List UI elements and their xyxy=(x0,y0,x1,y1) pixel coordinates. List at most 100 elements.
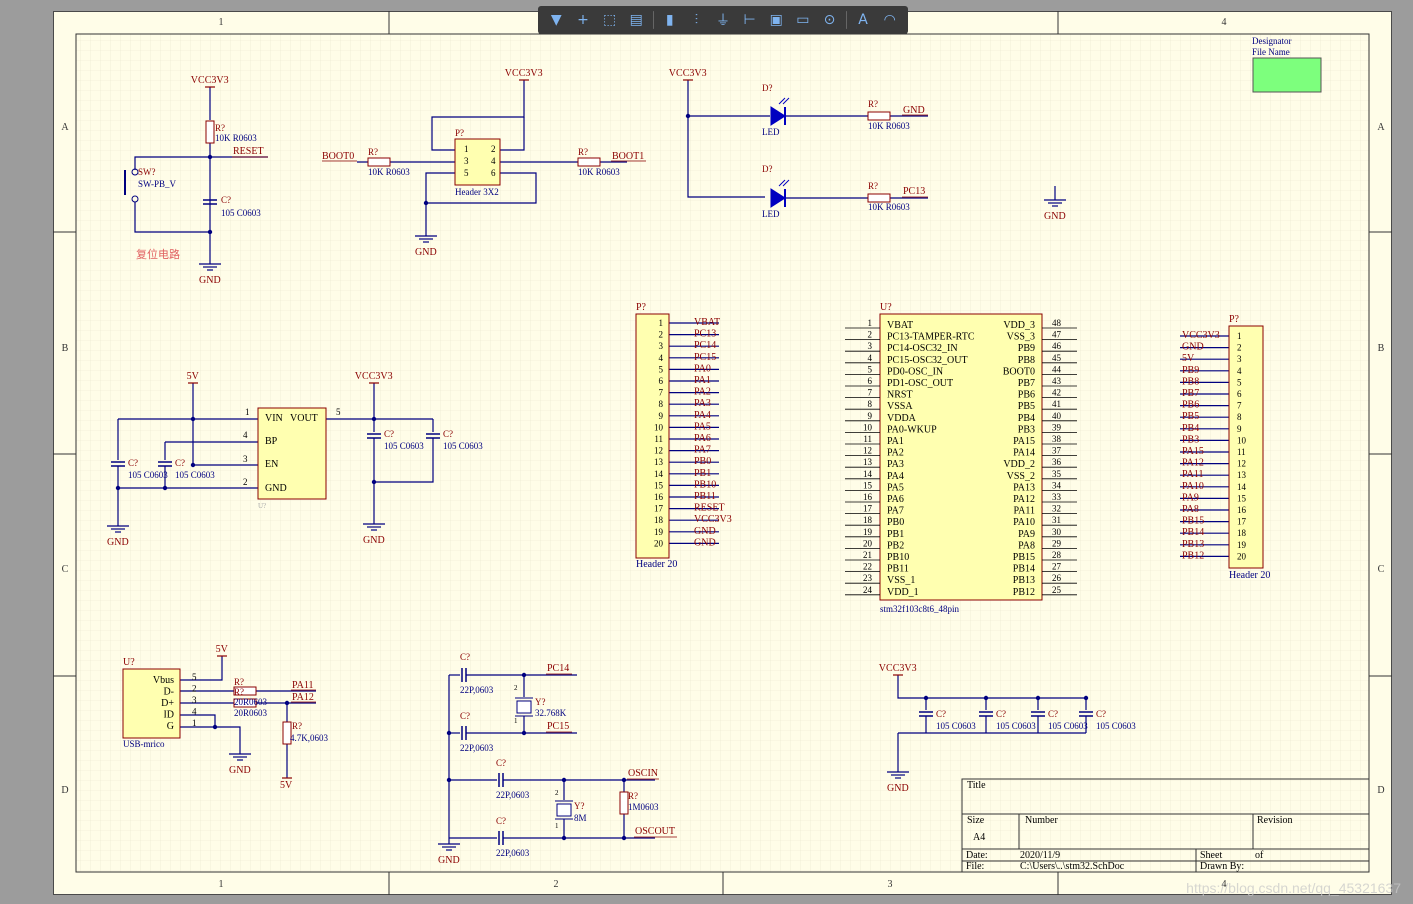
power-port-label: 5V xyxy=(187,371,200,382)
file-name-text: File Name xyxy=(1252,47,1290,57)
header-pin-number: 2 xyxy=(491,144,496,154)
crosshair-icon[interactable]: + xyxy=(571,9,596,31)
mcu-pin-number: 10 xyxy=(863,422,873,432)
mcu-pin-name: PA7 xyxy=(887,506,904,517)
gnd-label: GND xyxy=(363,535,385,546)
filter-icon[interactable]: ▼ xyxy=(544,9,569,31)
select-rect-icon[interactable]: ⬚ xyxy=(597,9,622,31)
mcu-pin-number: 46 xyxy=(1052,341,1062,351)
cap-value: 105 C0603 xyxy=(443,441,483,451)
cap-designator: C? xyxy=(384,429,394,439)
header-net-label: PC13 xyxy=(694,329,716,340)
mcu-pin-number: 22 xyxy=(863,562,872,572)
header-pin-number: 17 xyxy=(654,504,664,514)
led-designator: D? xyxy=(762,164,773,174)
mcu-pin-name: PB8 xyxy=(1018,355,1035,366)
bus-icon[interactable]: ⊢ xyxy=(737,9,762,31)
mcu-pin-name: PC14-OSC32_IN xyxy=(887,343,958,354)
mcu-pin-number: 2 xyxy=(868,330,873,340)
tb-date-value: 2020/11/9 xyxy=(1020,850,1060,861)
crystal-body xyxy=(516,700,532,714)
designator-box xyxy=(1252,57,1322,93)
header-net-label: PA12 xyxy=(1182,458,1204,469)
align-icon[interactable]: ▤ xyxy=(624,9,649,31)
header-pin-number: 1 xyxy=(659,318,664,328)
resistor-body xyxy=(619,791,629,815)
header-pin-number: 6 xyxy=(491,168,496,178)
mcu-pin-number: 45 xyxy=(1052,353,1062,363)
cap-value: 105 C0603 xyxy=(175,470,215,480)
crystal-value: 8M xyxy=(574,813,587,823)
net-label-icon[interactable]: ⫶ xyxy=(684,9,709,31)
tb-number-label: Number xyxy=(1025,815,1058,826)
mcu-pin-name: PA10 xyxy=(1013,517,1035,528)
header-designator: P? xyxy=(455,128,464,138)
header-pin-number: 5 xyxy=(659,364,664,374)
zone-row-label: B xyxy=(62,343,69,354)
mcu-pin-name: VSS_1 xyxy=(887,575,915,586)
mcu-pin-name: PB12 xyxy=(1013,587,1035,598)
power-port-label: VCC3V3 xyxy=(879,663,917,674)
header-value: Header 20 xyxy=(636,559,677,570)
zone-row-label: D xyxy=(61,785,68,796)
zone-row-label: C xyxy=(1378,564,1385,575)
mcu-pin-name: BOOT0 xyxy=(1003,366,1035,377)
cap-designator: C? xyxy=(1048,709,1058,719)
resistor-value: 10K R0603 xyxy=(868,121,910,131)
harness-icon[interactable]: ▣ xyxy=(764,9,789,31)
usb-pin-number: 3 xyxy=(192,695,197,705)
header-designator: P? xyxy=(1229,314,1240,325)
zone-row-label: A xyxy=(61,122,69,133)
header-pin-number: 9 xyxy=(1237,424,1242,434)
gnd-label: GND xyxy=(199,275,221,286)
header-net-label: GND xyxy=(694,526,716,537)
ldo-pin-number: 4 xyxy=(243,430,248,440)
header-pin-number: 3 xyxy=(464,156,469,166)
mcu-pin-name: PB3 xyxy=(1018,424,1035,435)
zone-row-label: D xyxy=(1377,785,1384,796)
mcu-pin-name: PA9 xyxy=(1018,529,1035,540)
toolbar-separator xyxy=(845,11,847,29)
header-pin-number: 2 xyxy=(1237,343,1242,353)
header-net-label: PB9 xyxy=(1182,365,1199,376)
port-icon[interactable]: ▭ xyxy=(791,9,816,31)
cap-value: 22P,0603 xyxy=(460,685,494,695)
cap-designator: C? xyxy=(460,711,470,721)
header-pin-number: 4 xyxy=(491,156,496,166)
header-pin-number: 1 xyxy=(1237,331,1242,341)
cap-designator: C? xyxy=(443,429,453,439)
text-icon[interactable]: A xyxy=(851,9,876,31)
mcu-pin-name: VDD_2 xyxy=(1003,459,1035,470)
header-pin-number: 10 xyxy=(654,422,664,432)
junction xyxy=(521,730,527,736)
tb-size-label: Size xyxy=(967,815,985,826)
schematic-canvas[interactable]: 11223344AABBCCDD DesignatorFile NameVCC3… xyxy=(0,0,1413,904)
header-net-label: PB1 xyxy=(694,468,711,479)
component-icon[interactable]: ▮ xyxy=(657,9,682,31)
cap-value: 105 C0603 xyxy=(221,208,261,218)
resistor-value: 10K R0603 xyxy=(868,202,910,212)
gnd-port-icon[interactable]: ⏚ xyxy=(711,9,736,31)
header-net-label: PA9 xyxy=(1182,492,1199,503)
resistor-value: 10K R0603 xyxy=(578,167,620,177)
header-pin-number: 8 xyxy=(659,399,664,409)
arc-icon[interactable]: ◠ xyxy=(877,9,902,31)
header-net-label: PC14 xyxy=(694,340,716,351)
usb-5v-label: 5V xyxy=(280,780,293,791)
boot0-net: BOOT0 xyxy=(322,151,354,162)
junction xyxy=(446,777,452,783)
resistor-designator: R? xyxy=(578,147,588,157)
no-erc-icon[interactable]: ⊙ xyxy=(817,9,842,31)
cap-value: 105 C0603 xyxy=(936,721,976,731)
resistor-body xyxy=(367,157,391,167)
header-pin-number: 9 xyxy=(659,411,664,421)
reset-circuit-note: 复位电路 xyxy=(136,247,180,261)
cap-value: 105 C0603 xyxy=(1096,721,1136,731)
mcu-pin-name: PC15-OSC32_OUT xyxy=(887,355,968,366)
header-net-label: PA4 xyxy=(694,410,711,421)
designator-text: Designator xyxy=(1252,36,1292,46)
mcu-pin-name: PA14 xyxy=(1013,448,1035,459)
mcu-pin-name: PA0-WKUP xyxy=(887,424,937,435)
header-net-label: PA1 xyxy=(694,375,711,386)
junction xyxy=(190,462,196,468)
